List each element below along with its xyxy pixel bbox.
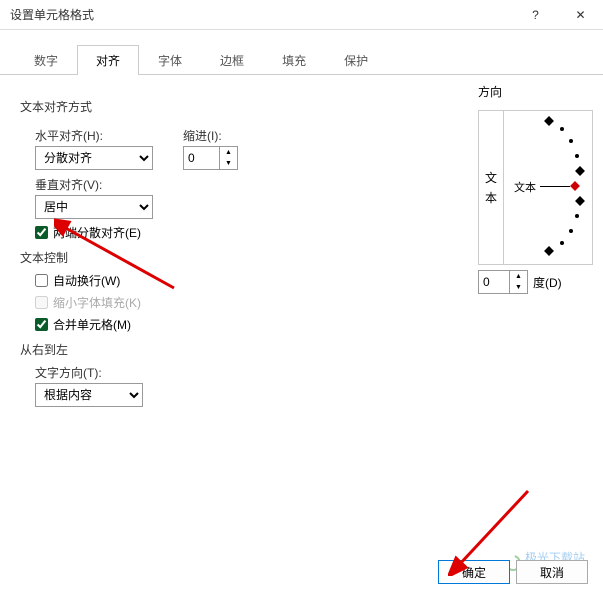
merge-checkbox[interactable] [35,318,48,331]
rtl-group-label: 从右到左 [20,341,583,358]
orientation-box: 文 本 文本 [478,110,593,265]
dial-diamond-active [570,181,580,191]
vertical-text-button[interactable]: 文 本 [479,111,504,264]
indent-down-icon[interactable]: ▼ [220,158,237,169]
wrap-checkbox[interactable] [35,274,48,287]
dial-dot [560,127,564,131]
tab-bar: 数字 对齐 字体 边框 填充 保护 [0,30,603,75]
dialog-footer: 确定 取消 [438,560,588,584]
v-align-select[interactable]: 居中 [35,195,153,219]
text-dir-select[interactable]: 根据内容 [35,383,143,407]
merge-label: 合并单元格(M) [53,316,131,333]
indent-label: 缩进(I): [183,127,238,144]
dial-dot [560,241,564,245]
tab-font[interactable]: 字体 [139,45,201,75]
close-button[interactable]: ✕ [558,0,603,30]
degree-up-icon[interactable]: ▲ [510,271,527,282]
dial-diamond [544,246,554,256]
justify-label: 两端分散对齐(E) [53,224,141,241]
title-bar: 设置单元格格式 ? ✕ [0,0,603,30]
degree-input[interactable] [479,273,509,291]
orientation-dial[interactable]: 文本 [504,111,592,264]
h-align-select[interactable]: 分散对齐 [35,146,153,170]
dial-diamond [575,166,585,176]
tab-border[interactable]: 边框 [201,45,263,75]
dial-diamond [575,196,585,206]
ok-button[interactable]: 确定 [438,560,510,584]
tab-protection[interactable]: 保护 [325,45,387,75]
shrink-checkbox [35,296,48,309]
cancel-button[interactable]: 取消 [516,560,588,584]
h-align-label: 水平对齐(H): [35,127,153,144]
degree-label: 度(D) [533,274,562,291]
dial-dot [575,214,579,218]
tab-fill[interactable]: 填充 [263,45,325,75]
indent-input[interactable] [184,149,219,167]
degree-spinner[interactable]: ▲▼ [478,270,528,294]
indent-spinner[interactable]: ▲▼ [183,146,238,170]
shrink-label: 缩小字体填充(K) [53,294,141,311]
justify-checkbox[interactable] [35,226,48,239]
tab-alignment[interactable]: 对齐 [77,45,139,75]
degree-down-icon[interactable]: ▼ [510,282,527,293]
window-title: 设置单元格格式 [10,6,513,23]
tab-number[interactable]: 数字 [15,45,77,75]
dial-dot [575,154,579,158]
orientation-group-label: 方向 [478,83,593,100]
text-dir-label: 文字方向(T): [35,364,583,381]
orient-line [540,186,570,187]
orient-text-label: 文本 [514,179,536,195]
dial-dot [569,229,573,233]
help-button[interactable]: ? [513,0,558,30]
dial-diamond [544,116,554,126]
wrap-label: 自动换行(W) [53,272,120,289]
dial-dot [569,139,573,143]
indent-up-icon[interactable]: ▲ [220,147,237,158]
